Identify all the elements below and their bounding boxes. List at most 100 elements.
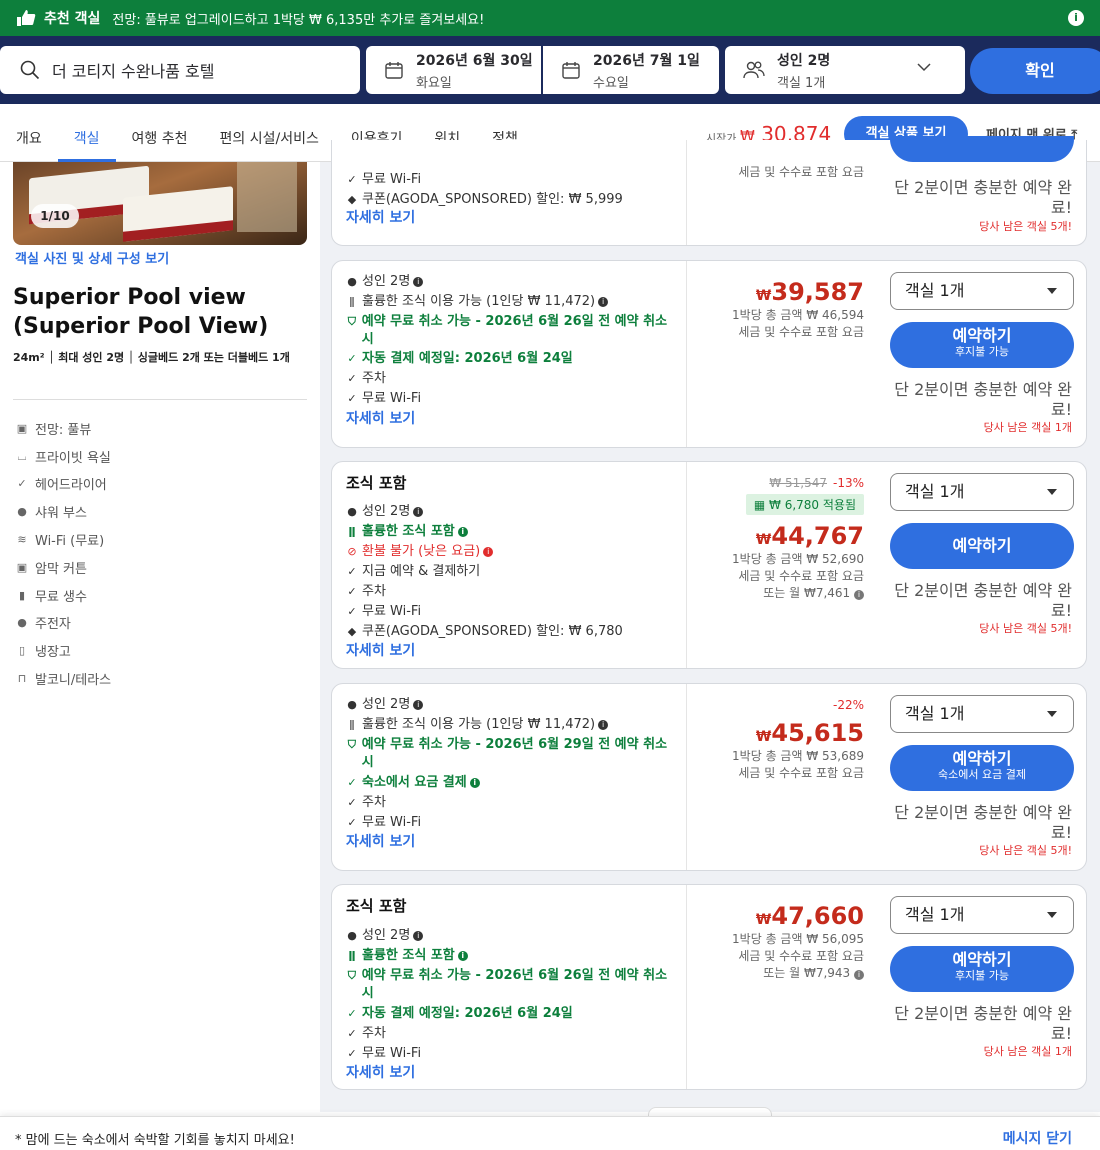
- feature-label: 주차: [362, 371, 386, 386]
- price: ₩39,587: [756, 278, 864, 306]
- person-icon: ●: [347, 275, 357, 288]
- check-icon: ✓: [347, 1007, 357, 1020]
- details-link[interactable]: 자세히 보기: [346, 408, 415, 428]
- book-button[interactable]: 예약하기 후지불 가능: [890, 322, 1074, 368]
- room-count-select[interactable]: 객실 1개: [890, 272, 1074, 310]
- check-icon: ✓: [347, 173, 357, 186]
- info-icon[interactable]: i: [457, 951, 468, 961]
- tax-note: 세금 및 수수료 포함 요금: [738, 165, 864, 179]
- fridge-icon: ▯: [18, 643, 26, 657]
- tab-recommendations[interactable]: 여행 추천: [116, 104, 204, 162]
- info-icon[interactable]: i: [457, 527, 468, 537]
- room-title: Superior Pool view (Superior Pool View): [13, 285, 269, 339]
- room-photo[interactable]: 1/10: [13, 162, 307, 245]
- price-total: 1박당 총 금액 ₩ 56,095: [732, 932, 864, 946]
- details-link[interactable]: 자세히 보기: [346, 831, 415, 851]
- confirm-button[interactable]: 확인: [970, 48, 1100, 94]
- wifi-icon: ≋: [17, 532, 27, 546]
- info-icon[interactable]: i: [598, 720, 609, 730]
- info-icon[interactable]: i: [483, 547, 494, 557]
- info-icon[interactable]: i: [1068, 10, 1084, 26]
- amenity-item: ⊓ 발코니/테라스: [15, 669, 305, 689]
- feature-label: 예약 무료 취소 가능 - 2026년 6월 26일 전 예약 취소 시: [361, 314, 668, 347]
- check-icon: ✓: [347, 392, 357, 405]
- shield-icon: ⛉: [347, 315, 356, 328]
- feature-label: 무료 Wi-Fi: [362, 604, 422, 619]
- details-link[interactable]: 자세히 보기: [346, 207, 415, 227]
- checkout-field[interactable]: 2026년 7월 1일수요일: [543, 46, 719, 94]
- room-count-select[interactable]: 객실 1개: [890, 695, 1074, 733]
- monthly-price: 또는 월 ₩7,461 i: [763, 585, 864, 602]
- rate-card: ✓ 무료 Wi-Fi ◆ 쿠폰(AGODA_SPONSORED) 할인: ₩ 5,9…: [331, 136, 1087, 246]
- details-link[interactable]: 자세히 보기: [346, 1062, 415, 1082]
- guests-field[interactable]: 성인 2명 객실 1개: [725, 46, 965, 94]
- amenity-label: Wi-Fi (무료): [35, 534, 105, 549]
- guests-value: 성인 2명: [777, 52, 831, 69]
- rooms-left: 당사 남은 객실 5개!: [979, 622, 1072, 635]
- cutlery-icon: ǁ: [348, 949, 356, 962]
- amenity-item: ▣ 전망: 풀뷰: [15, 419, 305, 439]
- details-link[interactable]: 자세히 보기: [346, 640, 415, 660]
- room-count-select[interactable]: 객실 1개: [890, 473, 1074, 511]
- price-value: 39,587: [771, 278, 864, 306]
- room-meta: 24m² │ 최대 성인 2명 │ 싱글베드 2개 또는 더블베드 1개: [13, 351, 290, 364]
- feature-label: 환불 불가 (낮은 요금): [362, 544, 481, 559]
- info-icon[interactable]: i: [413, 931, 424, 941]
- tax-note: 세금 및 수수료 포함 요금: [738, 766, 864, 780]
- calendar-icon: [562, 62, 580, 79]
- cutlery-icon: ǁ: [348, 525, 356, 538]
- book-button[interactable]: 예약하기: [890, 523, 1074, 569]
- checkin-field[interactable]: 2026년 6월 30일 화요일: [366, 46, 541, 94]
- feature-adults: ● 성인 2명 i: [346, 696, 424, 714]
- price-value: 44,767: [771, 522, 864, 550]
- photo-counter: 1/10: [31, 204, 79, 228]
- feature-label: 무료 Wi-Fi: [362, 391, 422, 406]
- check-icon: ✓: [17, 476, 27, 490]
- close-message-link[interactable]: 메시지 닫기: [1003, 1128, 1072, 1148]
- info-icon[interactable]: i: [413, 700, 424, 710]
- feature-wifi: ✓ 무료 Wi-Fi: [346, 814, 421, 832]
- rooms-left: 당사 남은 객실 5개!: [979, 220, 1072, 233]
- feature-breakfast: ǁ 훌륭한 조식 포함 i: [346, 523, 468, 541]
- price: ₩47,660: [756, 902, 864, 930]
- destination-field[interactable]: 더 코티지 수완나품 호텔: [0, 46, 360, 94]
- checkout-date: 2026년 7월 1일: [593, 52, 700, 69]
- promo-message: 전망: 풀뷰로 업그레이드하고 1박당 ₩ 6,135만 추가로 즐겨보세요!: [112, 12, 485, 28]
- tab-rooms[interactable]: 객실: [57, 104, 116, 162]
- select-value: 객실 1개: [905, 281, 965, 300]
- book-sublabel: 후지불 가능: [954, 969, 1010, 982]
- room-count-select[interactable]: 객실 1개: [890, 896, 1074, 934]
- feature-label: 예약 무료 취소 가능 - 2026년 6월 26일 전 예약 취소 시: [361, 968, 668, 1001]
- info-icon[interactable]: i: [413, 277, 424, 287]
- view-icon: ▣: [16, 421, 28, 435]
- book-button[interactable]: [890, 136, 1074, 162]
- feature-parking: ✓ 주차: [346, 1025, 386, 1043]
- feature-label: 지금 예약 & 결제하기: [362, 564, 481, 579]
- info-icon[interactable]: i: [469, 778, 480, 788]
- feature-adults: ● 성인 2명 i: [346, 503, 424, 521]
- feature-label: 주차: [362, 1026, 386, 1041]
- tab-overview[interactable]: 개요: [0, 104, 58, 162]
- room-size: 24m²: [13, 351, 45, 364]
- info-icon[interactable]: i: [598, 297, 609, 307]
- info-icon[interactable]: i: [854, 590, 864, 600]
- person-icon: ●: [347, 929, 357, 942]
- monthly-label: 또는 월 ₩7,461: [763, 586, 851, 600]
- info-icon[interactable]: i: [854, 970, 864, 980]
- checkout-day: 수요일: [593, 75, 629, 91]
- original-price: ₩ 51,547 -13%: [769, 476, 864, 490]
- monthly-label: 또는 월 ₩7,943: [763, 966, 851, 980]
- book-button[interactable]: 예약하기 후지불 가능: [890, 946, 1074, 992]
- amenity-label: 무료 생수: [35, 590, 87, 605]
- book-label: 예약하기: [952, 950, 1012, 969]
- select-value: 객실 1개: [905, 704, 965, 723]
- feature-label: 자동 결제 예정일: 2026년 6월 24일: [362, 1006, 573, 1021]
- info-icon[interactable]: i: [413, 507, 424, 517]
- feature-label: 훌륭한 조식 포함: [362, 948, 455, 963]
- tab-facilities[interactable]: 편의 시설/서비스: [204, 104, 335, 162]
- feature-label: 훌륭한 조식 이용 가능 (1인당 ₩ 11,472): [362, 294, 596, 309]
- feature-free-cancel: ⛉ 예약 무료 취소 가능 - 2026년 6월 26일 전 예약 취소 시: [346, 967, 676, 1003]
- coupon-label: ₩ 6,780 적용됨: [769, 498, 856, 512]
- room-photos-link[interactable]: 객실 사진 및 상세 구성 보기: [15, 248, 169, 267]
- book-button[interactable]: 예약하기 숙소에서 요금 결제: [890, 745, 1074, 791]
